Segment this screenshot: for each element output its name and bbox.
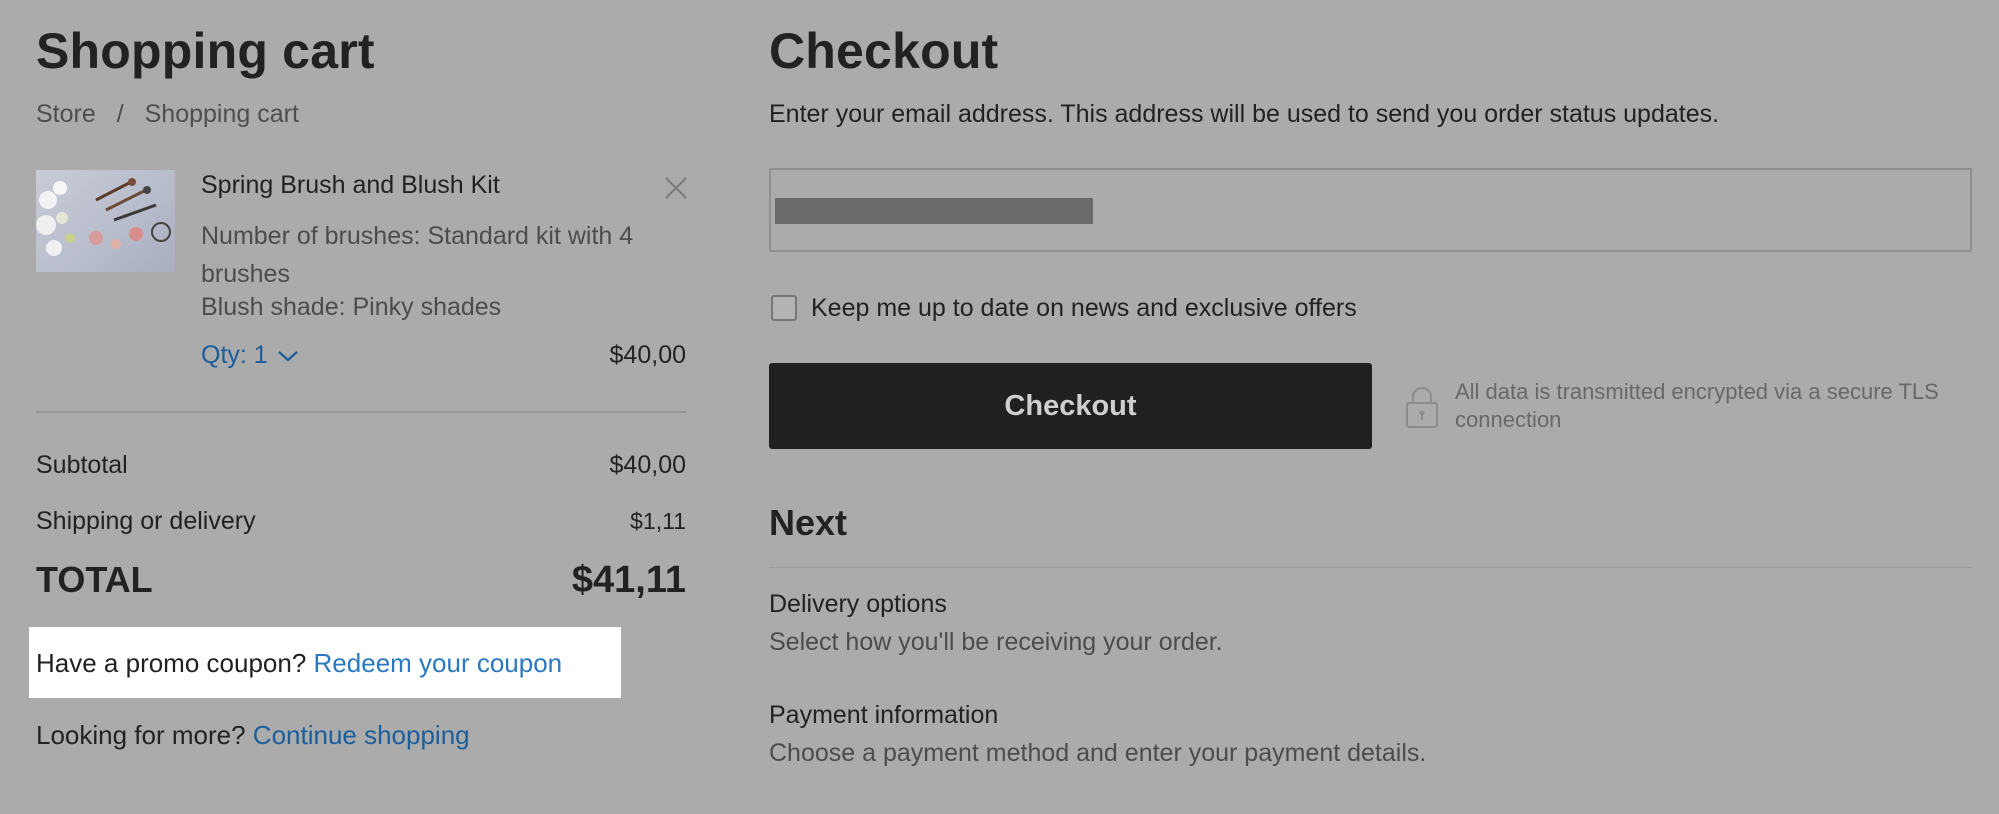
next-divider bbox=[769, 567, 1972, 568]
total-value: $41,11 bbox=[571, 559, 686, 601]
more-text: Looking for more? bbox=[36, 720, 246, 750]
shipping-row: Shipping or delivery $1,11 bbox=[36, 507, 686, 536]
product-price: $40,00 bbox=[609, 341, 686, 369]
product-thumbnail[interactable] bbox=[36, 170, 175, 272]
checkout-button[interactable]: Checkout bbox=[769, 363, 1372, 449]
subtotal-value: $40,00 bbox=[609, 451, 686, 479]
cart-title: Shopping cart bbox=[36, 23, 375, 79]
step-payment-desc: Choose a payment method and enter your p… bbox=[769, 739, 1427, 767]
newsletter-checkbox[interactable] bbox=[771, 295, 797, 321]
product-name[interactable]: Spring Brush and Blush Kit bbox=[201, 171, 500, 200]
newsletter-label[interactable]: Keep me up to date on news and exclusive… bbox=[811, 294, 1357, 323]
security-note: All data is transmitted encrypted via a … bbox=[1455, 379, 1939, 432]
subtotal-label: Subtotal bbox=[36, 451, 128, 479]
product-image bbox=[36, 178, 171, 256]
shipping-label: Shipping or delivery bbox=[36, 507, 256, 535]
step-delivery-title: Delivery options bbox=[769, 590, 947, 618]
quantity-label: Qty: 1 bbox=[201, 341, 268, 369]
redeem-coupon-link[interactable]: Redeem your coupon bbox=[314, 648, 563, 678]
promo-coupon-box: Have a promo coupon? Redeem your coupon bbox=[29, 627, 621, 698]
breadcrumb-store[interactable]: Store bbox=[36, 100, 96, 128]
product-option-shade: Blush shade: Pinky shades bbox=[201, 293, 502, 321]
total-row: TOTAL $41,11 bbox=[36, 559, 686, 602]
shipping-value: $1,11 bbox=[630, 508, 686, 534]
total-label: TOTAL bbox=[36, 559, 153, 600]
close-icon[interactable] bbox=[663, 175, 689, 201]
chevron-down-icon bbox=[277, 350, 298, 361]
checkout-description: Enter your email address. This address w… bbox=[769, 100, 1720, 128]
quantity-selector[interactable]: Qty: 1 bbox=[201, 341, 300, 370]
step-payment-title: Payment information bbox=[769, 701, 999, 729]
checkout-title: Checkout bbox=[769, 23, 999, 79]
breadcrumb: Store / Shopping cart bbox=[36, 100, 299, 129]
subtotal-row: Subtotal $40,00 bbox=[36, 451, 686, 480]
cart-divider bbox=[36, 411, 686, 413]
promo-text: Have a promo coupon? bbox=[36, 648, 307, 678]
redacted-email bbox=[775, 198, 1093, 224]
email-field[interactable] bbox=[769, 168, 1972, 252]
continue-shopping-link[interactable]: Continue shopping bbox=[253, 720, 470, 750]
lock-icon bbox=[1405, 385, 1439, 434]
continue-shopping-row: Looking for more? Continue shopping bbox=[36, 720, 470, 751]
step-delivery-desc: Select how you'll be receiving your orde… bbox=[769, 628, 1223, 656]
breadcrumb-current: Shopping cart bbox=[144, 100, 299, 128]
next-title: Next bbox=[769, 502, 848, 543]
product-option-brushes: Number of brushes: Standard kit with 4 b… bbox=[201, 222, 634, 288]
breadcrumb-separator: / bbox=[116, 100, 124, 128]
